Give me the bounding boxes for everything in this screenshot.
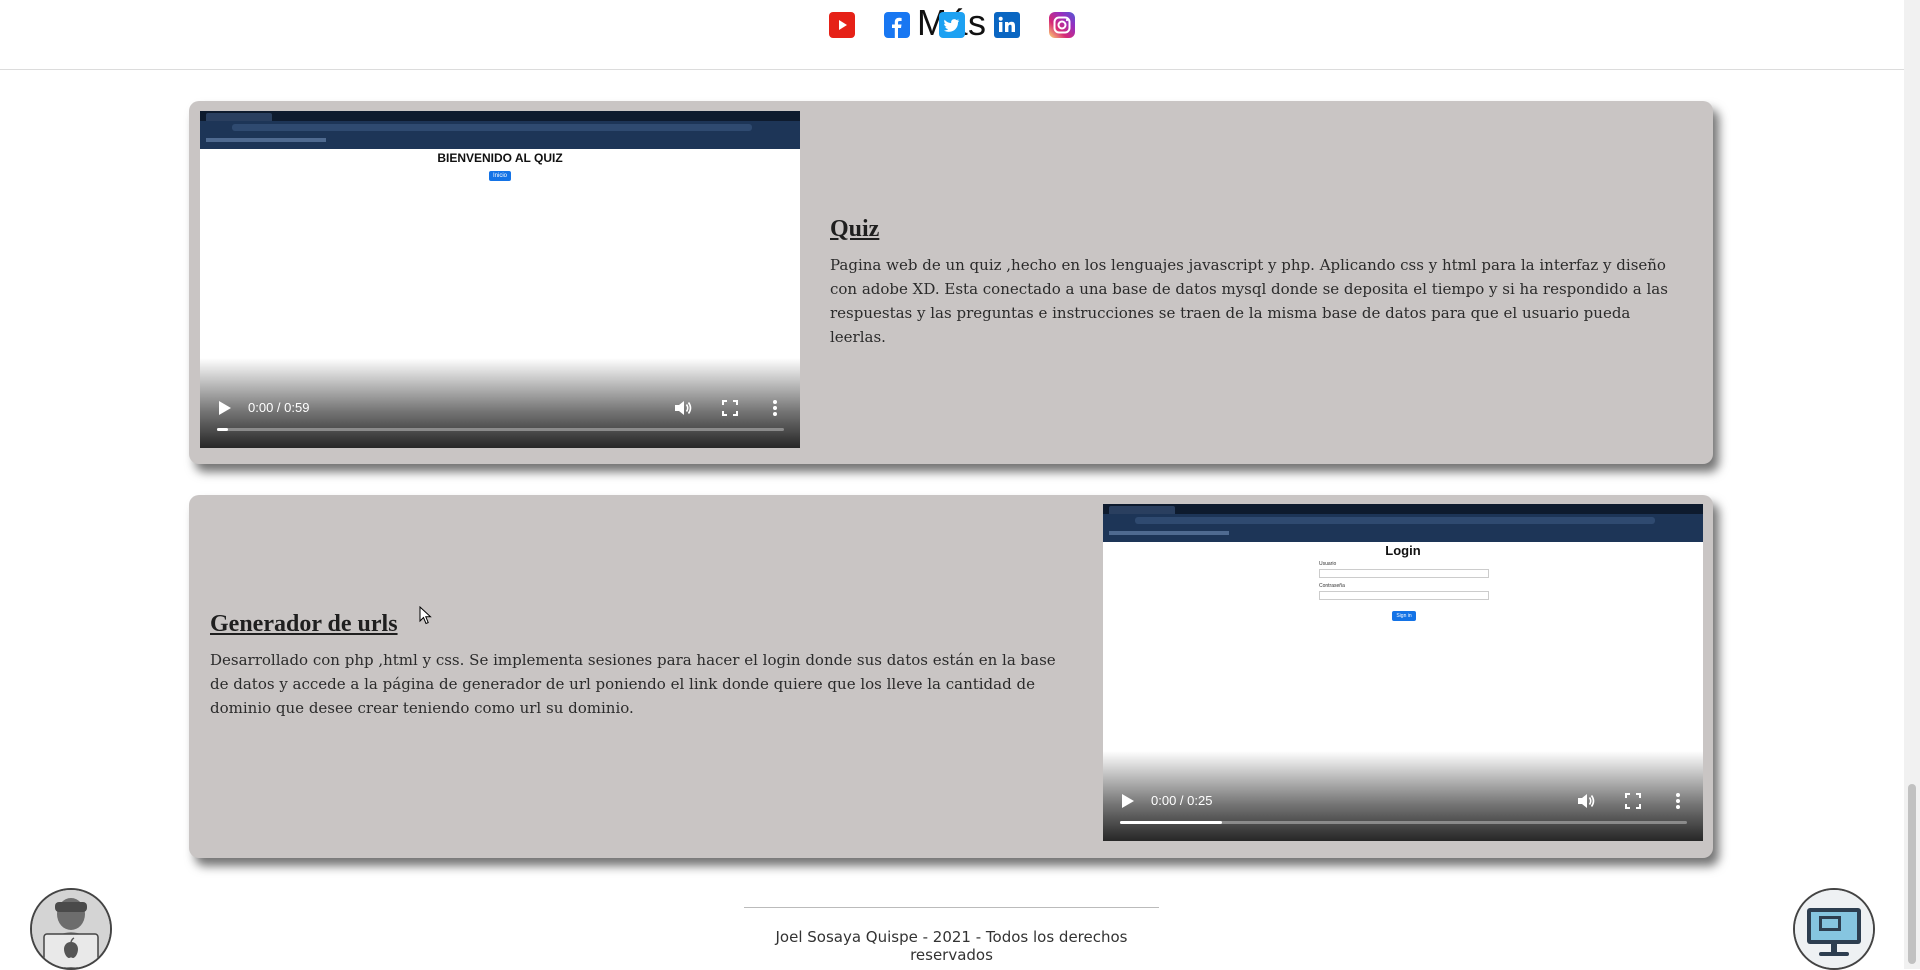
project-card-url-generator: Generador de urls Desarrollado con php ,… xyxy=(189,495,1713,858)
volume-icon[interactable] xyxy=(674,400,692,416)
video-browser-chrome xyxy=(200,111,800,149)
mouse-cursor-icon xyxy=(419,606,432,625)
project-description: Desarrollado con php ,html y css. Se imp… xyxy=(210,651,1056,717)
project-video-url-generator[interactable]: Login Usuario Contraseña Sign in 0:00 / … xyxy=(1103,504,1703,841)
instagram-icon[interactable] xyxy=(1049,12,1075,38)
project-card-quiz: BIENVENIDO AL QUIZ Inicio 0:00 / 0:59 Qu… xyxy=(189,101,1713,464)
footer-divider xyxy=(744,907,1159,908)
video-progress-fill xyxy=(1120,821,1223,824)
computer-avatar[interactable] xyxy=(1793,888,1875,970)
project-description: Pagina web de un quiz ,hecho en los leng… xyxy=(830,256,1668,346)
video-preview-pass-label: Contraseña xyxy=(1319,583,1345,589)
twitter-icon[interactable] xyxy=(939,12,965,38)
video-preview-user-label: Usuario xyxy=(1319,561,1337,567)
video-browser-chrome xyxy=(1103,504,1703,542)
video-controls: 0:00 / 0:59 xyxy=(200,388,800,448)
project-title-link[interactable]: Generador de urls xyxy=(210,611,1070,638)
fullscreen-icon[interactable] xyxy=(1625,793,1641,809)
page-scrollbar[interactable] xyxy=(1904,0,1920,969)
video-progress-bar[interactable] xyxy=(217,428,784,431)
video-progress-fill xyxy=(217,428,229,431)
more-options-icon[interactable] xyxy=(772,399,778,417)
volume-icon[interactable] xyxy=(1577,793,1595,809)
video-preview-button: Sign in xyxy=(1392,611,1416,621)
video-preview-user-field xyxy=(1319,569,1489,578)
video-preview-heading: BIENVENIDO AL QUIZ xyxy=(437,151,563,165)
project-text: Generador de urls Desarrollado con php ,… xyxy=(210,611,1070,720)
video-controls: 0:00 / 0:25 xyxy=(1103,781,1703,841)
linkedin-icon[interactable] xyxy=(994,12,1020,38)
developer-avatar[interactable] xyxy=(30,888,112,970)
fullscreen-icon[interactable] xyxy=(722,400,738,416)
scrollbar-thumb[interactable] xyxy=(1908,784,1916,964)
social-bar: Más xyxy=(0,0,1904,70)
video-time: 0:00 / 0:25 xyxy=(1151,793,1213,808)
project-video-quiz[interactable]: BIENVENIDO AL QUIZ Inicio 0:00 / 0:59 xyxy=(200,111,800,448)
project-text: Quiz Pagina web de un quiz ,hecho en los… xyxy=(830,216,1680,349)
play-icon[interactable] xyxy=(218,400,232,416)
play-icon[interactable] xyxy=(1121,793,1135,809)
facebook-icon[interactable] xyxy=(884,12,910,38)
youtube-icon[interactable] xyxy=(829,12,855,38)
video-time: 0:00 / 0:59 xyxy=(248,400,310,415)
video-preview-pass-field xyxy=(1319,591,1489,600)
video-preview-heading: Login xyxy=(1385,543,1421,558)
project-title-link[interactable]: Quiz xyxy=(830,216,1680,243)
video-preview-button: Inicio xyxy=(489,171,511,181)
more-options-icon[interactable] xyxy=(1675,792,1681,810)
footer-copyright: Joel Sosaya Quispe - 2021 - Todos los de… xyxy=(775,928,1128,964)
video-progress-bar[interactable] xyxy=(1120,821,1687,824)
